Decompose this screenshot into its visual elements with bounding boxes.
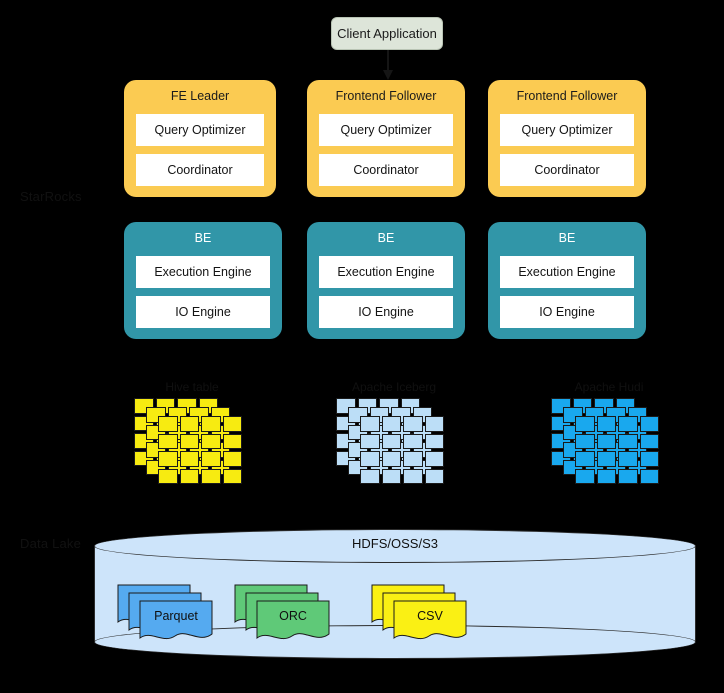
document-stack-icon: ORC bbox=[256, 600, 330, 644]
fe-slot-coordinator[interactable]: Coordinator bbox=[136, 154, 264, 186]
be-slot-io-engine[interactable]: IO Engine bbox=[500, 296, 634, 328]
be-slot-execution-engine[interactable]: Execution Engine bbox=[500, 256, 634, 288]
be-node-3[interactable]: BE Execution Engine IO Engine bbox=[488, 222, 646, 339]
table-format-iceberg[interactable]: Apache Iceberg bbox=[336, 380, 452, 490]
table-format-label: Apache Hudi bbox=[574, 380, 644, 394]
architecture-diagram: StarRocks Data Lake Client Application F… bbox=[0, 0, 724, 693]
fe-node-follower-2[interactable]: Frontend Follower Query Optimizer Coordi… bbox=[488, 80, 646, 197]
storage-label: HDFS/OSS/S3 bbox=[352, 536, 438, 551]
be-slot-execution-engine[interactable]: Execution Engine bbox=[319, 256, 453, 288]
table-format-hive[interactable]: Hive table bbox=[134, 380, 250, 490]
table-format-label: Hive table bbox=[165, 380, 219, 394]
layer-label-data-lake: Data Lake bbox=[20, 536, 82, 551]
document-stack-icon: CSV bbox=[393, 600, 467, 644]
fe-slot-coordinator[interactable]: Coordinator bbox=[319, 154, 453, 186]
fe-node-follower-1[interactable]: Frontend Follower Query Optimizer Coordi… bbox=[307, 80, 465, 197]
fe-slot-query-optimizer[interactable]: Query Optimizer bbox=[319, 114, 453, 146]
file-format-label: ORC bbox=[279, 609, 307, 623]
document-stack-icon: Parquet bbox=[139, 600, 213, 644]
fe-slot-query-optimizer[interactable]: Query Optimizer bbox=[136, 114, 264, 146]
layer-label-starrocks: StarRocks bbox=[20, 189, 82, 204]
file-format-label: Parquet bbox=[154, 609, 198, 623]
be-node-2[interactable]: BE Execution Engine IO Engine bbox=[307, 222, 465, 339]
file-format-csv[interactable]: CSV CSV CSV bbox=[371, 584, 481, 646]
table-format-hudi[interactable]: Apache Hudi bbox=[551, 380, 667, 490]
down-arrow-icon bbox=[383, 50, 393, 80]
be-node-title: BE bbox=[377, 231, 395, 245]
fe-slot-coordinator[interactable]: Coordinator bbox=[500, 154, 634, 186]
be-node-title: BE bbox=[558, 231, 576, 245]
be-slot-execution-engine[interactable]: Execution Engine bbox=[136, 256, 270, 288]
file-format-orc[interactable]: ORC ORC ORC bbox=[234, 584, 344, 646]
be-slot-io-engine[interactable]: IO Engine bbox=[136, 296, 270, 328]
file-format-parquet[interactable]: Parquet Parquet Parquet bbox=[117, 584, 227, 646]
fe-slot-query-optimizer[interactable]: Query Optimizer bbox=[500, 114, 634, 146]
stacked-table-icon bbox=[360, 416, 444, 484]
be-slot-io-engine[interactable]: IO Engine bbox=[319, 296, 453, 328]
stacked-table-icon bbox=[158, 416, 242, 484]
table-format-label: Apache Iceberg bbox=[351, 380, 437, 394]
fe-node-title: Frontend Follower bbox=[516, 89, 618, 103]
client-application-box[interactable]: Client Application bbox=[331, 17, 443, 50]
fe-node-title: FE Leader bbox=[170, 89, 230, 103]
be-node-1[interactable]: BE Execution Engine IO Engine bbox=[124, 222, 282, 339]
stacked-table-icon bbox=[575, 416, 659, 484]
be-node-title: BE bbox=[194, 231, 212, 245]
fe-node-title: Frontend Follower bbox=[335, 89, 437, 103]
file-format-label: CSV bbox=[417, 609, 443, 623]
fe-node-leader[interactable]: FE Leader Query Optimizer Coordinator bbox=[124, 80, 276, 197]
